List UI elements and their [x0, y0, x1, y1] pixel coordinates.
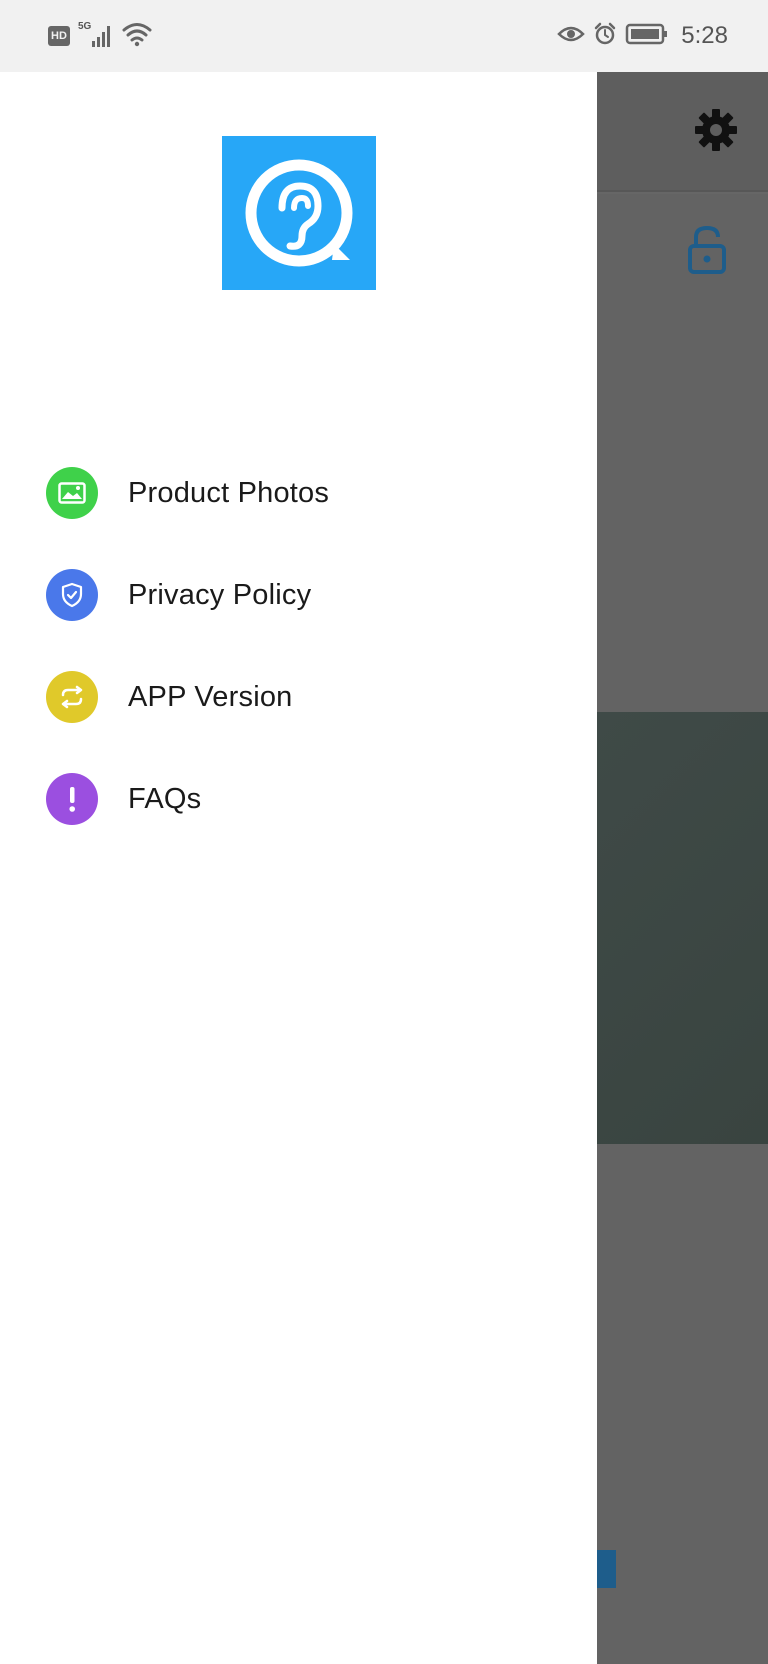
- menu-item-label: Privacy Policy: [128, 578, 312, 611]
- refresh-icon: [46, 671, 98, 723]
- shield-check-icon: [46, 569, 98, 621]
- hd-badge-text: HD: [51, 30, 67, 42]
- menu-item-privacy-policy[interactable]: Privacy Policy: [0, 544, 597, 646]
- ear-chat-logo-icon: [222, 136, 376, 290]
- eye-icon: [557, 24, 586, 49]
- menu-item-faqs[interactable]: FAQs: [0, 748, 597, 850]
- alarm-icon: [593, 22, 617, 51]
- menu-item-app-version[interactable]: APP Version: [0, 646, 597, 748]
- status-left: HD 5G: [48, 21, 152, 52]
- background-bottom-element: [594, 1550, 616, 1588]
- menu-item-label: Product Photos: [128, 476, 330, 509]
- menu-item-product-photos[interactable]: Product Photos: [0, 442, 597, 544]
- image-icon: [46, 467, 98, 519]
- hd-icon: HD: [48, 26, 70, 46]
- battery-icon: [625, 22, 669, 51]
- status-right: 5:28: [557, 22, 728, 51]
- exclamation-icon: [46, 773, 98, 825]
- navigation-drawer: Product Photos Privacy Policy APP Versio…: [0, 72, 597, 1664]
- status-bar: HD 5G 5:28: [0, 0, 768, 72]
- menu-item-label: APP Version: [128, 680, 293, 713]
- signal-icon: 5G: [78, 21, 114, 49]
- drawer-menu: Product Photos Privacy Policy APP Versio…: [0, 442, 597, 850]
- gear-icon[interactable]: [692, 106, 740, 154]
- unlock-icon[interactable]: [686, 224, 728, 274]
- wifi-icon: [122, 21, 152, 52]
- menu-item-label: FAQs: [128, 782, 202, 815]
- status-time: 5:28: [681, 22, 728, 49]
